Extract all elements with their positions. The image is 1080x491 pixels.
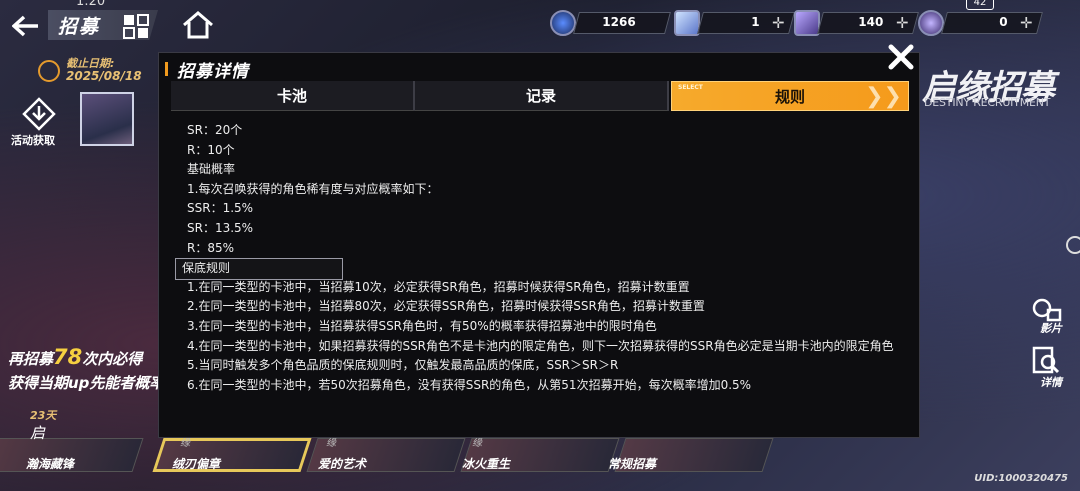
currency-ticket-value: 1 bbox=[750, 15, 760, 29]
title-accent bbox=[165, 62, 168, 76]
activity-acquire-label: 活动获取 bbox=[11, 134, 55, 147]
modal-header: 招募详情 bbox=[159, 53, 919, 83]
diamond-arrow-icon bbox=[22, 97, 56, 131]
recruit-details-modal: 招募详情 卡池 记录 SELECT 规则 ❯❯ SR：20个 R：10个 基础概… bbox=[158, 52, 920, 438]
user-uid: UID:1000320475 bbox=[974, 473, 1068, 484]
pool-tab-4-label: 冰火重生 bbox=[462, 457, 511, 471]
page-title-text: 招募 bbox=[58, 15, 101, 38]
grid-icon bbox=[123, 14, 149, 39]
tab-rules-label: 规则 bbox=[774, 87, 805, 106]
tab-rules[interactable]: SELECT 规则 ❯❯ bbox=[671, 81, 909, 111]
guarantee-rule: 2.在同一类型的卡池中，当招募80次，必定获得SSR角色，招募时候获得SSR角色… bbox=[187, 299, 705, 314]
rules-content[interactable]: SR：20个 R：10个 基础概率 1.每次召唤获得的角色稀有度与对应概率如下：… bbox=[175, 121, 907, 395]
add-crystal-button[interactable]: ✛ bbox=[896, 14, 909, 32]
promo-prefix: 再招募 bbox=[8, 350, 54, 368]
orb-icon bbox=[550, 10, 576, 36]
promo-line2: 获得当期up先能者概率 bbox=[8, 374, 165, 392]
chevron-decor-icon: ❯❯ bbox=[865, 84, 902, 109]
banner-logo-subtitle: DESTINY RECRUITMENT bbox=[924, 96, 1051, 109]
rule-line: 1.每次召唤获得的角色稀有度与对应概率如下： bbox=[187, 181, 439, 196]
edge-circle-icon bbox=[1066, 236, 1080, 254]
currency-ticket: 1 ✛ bbox=[697, 12, 795, 34]
rule-line: SR：13.5% bbox=[187, 220, 254, 235]
currency-star-coin: 0 ✛ bbox=[941, 12, 1043, 34]
guarantee-rule: 6.在同一类型的卡池中，若50次招募角色，没有获得SSR的角色，从第51次招募开… bbox=[187, 377, 752, 392]
add-ticket-button[interactable]: ✛ bbox=[772, 14, 785, 32]
modal-tabs: 卡池 记录 SELECT 规则 ❯❯ bbox=[171, 81, 909, 111]
character-portrait[interactable] bbox=[80, 92, 134, 146]
guarantee-rule: 3.在同一类型的卡池中，当招募获得SSR角色时，有50%的概率获得招募池中的限时… bbox=[187, 318, 657, 333]
pool-tab-1-small: 启 bbox=[30, 424, 46, 442]
guarantee-rule: 5.当同时触发多个角色品质的保底规则时，仅触发最高品质的保底，SSR＞SR＞R bbox=[187, 358, 619, 373]
guarantee-rule: 1.在同一类型的卡池中，当招募10次，必定获得SR角色，招募时候获得SR角色，招… bbox=[187, 279, 690, 294]
currency-crystal: 140 ✛ bbox=[817, 12, 919, 34]
pool-tab-2-label: 绒刃偏章 bbox=[172, 457, 221, 471]
star-coin-icon bbox=[918, 10, 944, 36]
promo-count: 78 bbox=[53, 345, 83, 369]
guarantee-heading: 保底规则 bbox=[175, 258, 343, 280]
pool-tab-3-label: 爱的艺术 bbox=[318, 457, 367, 471]
close-icon bbox=[888, 44, 914, 70]
details-label: 详情 bbox=[1040, 376, 1062, 389]
status-time: 1:20 bbox=[76, 0, 106, 9]
modal-title: 招募详情 bbox=[177, 62, 249, 82]
back-button[interactable] bbox=[10, 12, 42, 40]
crystal-icon bbox=[794, 10, 820, 36]
currency-crystal-value: 140 bbox=[858, 15, 884, 29]
select-tag: SELECT bbox=[678, 84, 703, 91]
film-label: 影片 bbox=[1040, 322, 1062, 335]
rule-line: R：85% bbox=[187, 240, 235, 255]
days-remaining: 23天 bbox=[30, 409, 57, 422]
guarantee-heading-row: 保底规则 bbox=[175, 258, 907, 280]
rule-line: R：10个 bbox=[187, 142, 235, 157]
currency-star-coin-value: 0 bbox=[998, 15, 1008, 29]
magnifier-doc-icon bbox=[1032, 346, 1060, 374]
home-icon bbox=[183, 11, 213, 39]
menu-grid-button[interactable] bbox=[120, 13, 152, 39]
currency-orb: 1266 bbox=[573, 12, 671, 34]
battery-badge: 42 bbox=[966, 0, 994, 10]
close-button[interactable] bbox=[886, 42, 916, 72]
guarantee-rule: 4.在同一类型的卡池中，如果招募获得的SSR角色不是卡池内的限定角色，则下一次招… bbox=[187, 338, 894, 353]
clock-icon bbox=[38, 60, 60, 82]
home-button[interactable] bbox=[180, 10, 216, 40]
tab-pool[interactable]: 卡池 bbox=[171, 81, 415, 111]
ticket-icon bbox=[674, 10, 700, 36]
activity-acquire-button[interactable] bbox=[22, 97, 56, 131]
add-star-coin-button[interactable]: ✛ bbox=[1020, 14, 1033, 32]
tab-pool-label: 卡池 bbox=[276, 87, 307, 105]
back-arrow-icon bbox=[12, 15, 38, 37]
promo-suffix: 次内必得 bbox=[82, 350, 143, 368]
tab-records[interactable]: 记录 bbox=[415, 81, 669, 111]
pool-tab-5-label: 常规招募 bbox=[608, 457, 657, 471]
pool-tab-1-label: 瀚海藏锋 bbox=[26, 457, 75, 471]
rule-line: SSR：1.5% bbox=[187, 201, 254, 216]
rule-line: SR：20个 bbox=[187, 123, 243, 137]
rule-line: 基础概率 bbox=[187, 162, 236, 177]
tab-records-label: 记录 bbox=[525, 87, 556, 105]
currency-orb-value: 1266 bbox=[601, 15, 636, 29]
deadline-date: 2025/08/18 bbox=[66, 69, 142, 83]
guarantee-promo: 再招募78次内必得 bbox=[8, 345, 142, 369]
